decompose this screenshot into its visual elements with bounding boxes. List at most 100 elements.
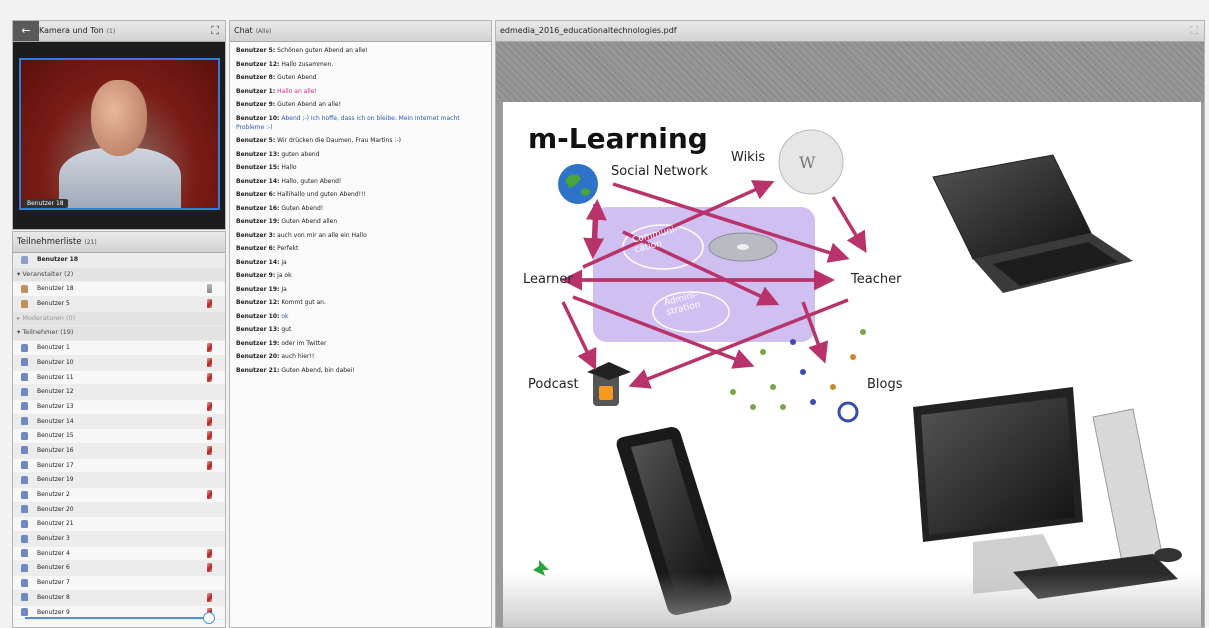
- chat-message-author: Benutzer 3:: [236, 231, 276, 239]
- participant-row[interactable]: Benutzer 1: [13, 341, 225, 356]
- chat-message-author: Benutzer 12:: [236, 60, 280, 68]
- participant-name: Benutzer 8: [37, 593, 70, 601]
- laptop-image: [932, 154, 1133, 293]
- microphone-muted-icon[interactable]: [207, 548, 212, 558]
- participant-name: Benutzer 2: [37, 491, 70, 498]
- participant-row[interactable]: Benutzer 16: [13, 443, 225, 459]
- chat-message-author: Benutzer 19:: [236, 218, 280, 225]
- camera-panel-header: Kamera und Ton (1) ⛶: [13, 21, 225, 42]
- microphone-muted-icon[interactable]: [207, 372, 212, 382]
- web-conference-app: Kamera und Ton (1) ⛶ ← Benutzer 18 Teilne…: [0, 0, 1209, 628]
- camera-panel-title: Kamera und Ton: [39, 26, 104, 35]
- participant-row[interactable]: Benutzer 6: [13, 561, 225, 577]
- chat-message: Benutzer 15: Hallo: [230, 161, 491, 175]
- chat-message-author: Benutzer 21:: [236, 366, 280, 374]
- participant-row[interactable]: Benutzer 13: [13, 400, 225, 415]
- participant-row[interactable]: Benutzer 14: [13, 414, 225, 430]
- chat-message-text: Guten Abend allen: [281, 218, 338, 225]
- chat-message-list: Benutzer 5: Schönen guten Abend an alle!…: [230, 42, 491, 377]
- chat-message-text: Guten Abend!: [281, 204, 324, 212]
- participant-name: Benutzer 11: [37, 373, 74, 381]
- participant-row[interactable]: Benutzer 8: [13, 590, 225, 606]
- microphone-muted-icon[interactable]: [207, 592, 212, 602]
- social-network-label: Social Network: [611, 164, 708, 179]
- participant-name: Benutzer 7: [37, 579, 70, 587]
- participant-group-header[interactable]: ▾ Veranstalter (2): [13, 267, 225, 283]
- microphone-muted-icon[interactable]: [207, 563, 212, 573]
- arrow-left-icon[interactable]: ←: [13, 21, 39, 41]
- participant-row[interactable]: Benutzer 10: [13, 355, 225, 371]
- participant-group-header[interactable]: ▾ Teilnehmer (19): [13, 326, 225, 342]
- presentation-slide: W m-Learning Social Network Wikis Learne…: [503, 102, 1201, 627]
- video-name-tag: Benutzer 18: [23, 199, 68, 208]
- user-icon: [21, 461, 28, 470]
- chat-message-text: auch hier!!: [281, 353, 315, 360]
- chat-message-text: ja ok: [277, 272, 292, 279]
- participant-row[interactable]: Benutzer 15: [13, 429, 225, 444]
- expand-icon[interactable]: ⛶: [1190, 24, 1198, 38]
- microphone-icon[interactable]: [207, 284, 212, 294]
- person-head: [91, 80, 147, 156]
- user-icon: [21, 475, 28, 484]
- volume-slider-knob[interactable]: [203, 612, 216, 624]
- participant-row[interactable]: Benutzer 17: [13, 459, 225, 474]
- chat-message-author: Benutzer 19:: [236, 339, 280, 347]
- chat-scope[interactable]: (Alle): [256, 28, 272, 35]
- user-icon: [21, 549, 28, 558]
- participant-name: Benutzer 15: [37, 432, 74, 440]
- microphone-muted-icon[interactable]: [207, 460, 212, 470]
- participant-row[interactable]: Benutzer 18: [13, 282, 225, 298]
- participant-row[interactable]: Benutzer 5: [13, 297, 225, 312]
- chat-message-author: Benutzer 8:: [236, 74, 276, 81]
- microphone-muted-icon[interactable]: [207, 445, 212, 455]
- chat-message: Benutzer 8: Guten Abend: [230, 71, 491, 85]
- microphone-muted-icon[interactable]: [207, 490, 212, 499]
- participant-row[interactable]: Benutzer 4: [13, 547, 225, 562]
- chat-message-text: Ja: [281, 285, 287, 293]
- participant-panel: Teilnehmerliste (21) Benutzer 18 ▾ Verans…: [12, 231, 226, 628]
- user-icon: [21, 299, 28, 308]
- user-icon: [21, 358, 28, 367]
- chat-message-text: Guten Abend an alle!: [277, 101, 341, 108]
- user-icon: [21, 387, 28, 396]
- participant-row[interactable]: Benutzer 20: [13, 502, 225, 518]
- chat-message-text: Guten Abend: [277, 74, 317, 81]
- chat-message: Benutzer 6: Hallihallo und guten Abend!!…: [230, 188, 491, 202]
- participant-row[interactable]: Benutzer 3: [13, 532, 225, 547]
- microphone-muted-icon[interactable]: [207, 416, 212, 426]
- chat-message: Benutzer 13: guten abend: [230, 148, 491, 162]
- user-icon: [21, 446, 28, 455]
- participant-row[interactable]: Benutzer 19: [13, 473, 225, 488]
- chat-message-text: Schönen guten Abend an alle!: [277, 47, 368, 54]
- participant-name: Benutzer 17: [37, 461, 74, 469]
- microphone-muted-icon[interactable]: [207, 401, 212, 411]
- participant-row[interactable]: Benutzer 7: [13, 576, 225, 591]
- participant-row[interactable]: Benutzer 12: [13, 385, 225, 400]
- participant-row[interactable]: Benutzer 21: [13, 517, 225, 533]
- chat-message-text: Hallo an alle!: [277, 87, 317, 95]
- camera-panel: Kamera und Ton (1) ⛶ ← Benutzer 18: [12, 20, 226, 230]
- volume-slider[interactable]: [25, 612, 216, 624]
- chat-message: Benutzer 14: Hallo, guten Abend!: [230, 175, 491, 189]
- teacher-label: Teacher: [851, 272, 902, 287]
- chat-message: Benutzer 12: Hallo zusammen.: [230, 58, 491, 72]
- current-user-row[interactable]: Benutzer 18: [13, 253, 225, 268]
- microphone-muted-icon[interactable]: [207, 343, 212, 353]
- chat-message-text: guten abend: [281, 150, 320, 158]
- microphone-muted-icon[interactable]: [207, 299, 212, 309]
- participant-name: Benutzer 3: [37, 535, 70, 543]
- chat-message-author: Benutzer 10:: [236, 312, 280, 320]
- microphone-muted-icon[interactable]: [207, 357, 212, 367]
- expand-icon[interactable]: ⛶: [211, 24, 219, 38]
- chat-message: Benutzer 19: oder im Twitter: [230, 337, 491, 351]
- participant-name: Benutzer 5: [37, 300, 70, 308]
- chat-message: Benutzer 5: Wir drücken die Daumen, Frau…: [230, 134, 491, 148]
- chat-message-author: Benutzer 5:: [236, 137, 276, 144]
- participant-row[interactable]: Benutzer 2: [13, 488, 225, 503]
- microphone-muted-icon[interactable]: [207, 431, 212, 441]
- chat-message-text: ja: [281, 258, 287, 266]
- participant-group-header[interactable]: ▸ Moderatoren (0): [13, 311, 225, 327]
- participant-panel-title: Teilnehmerliste: [17, 237, 82, 247]
- chat-message-author: Benutzer 5:: [236, 47, 276, 54]
- participant-row[interactable]: Benutzer 11: [13, 371, 225, 386]
